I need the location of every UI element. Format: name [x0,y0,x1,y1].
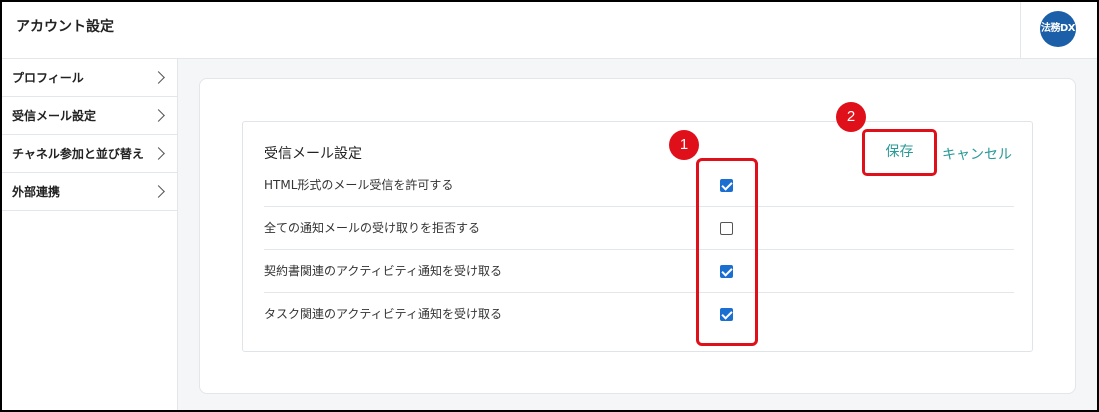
sidebar-item-profile[interactable]: プロフィール [2,59,177,97]
option-label: HTML形式のメール受信を許可する [264,178,454,192]
sidebar-item-label: 受信メール設定 [12,109,97,123]
sidebar-item-label: 外部連携 [12,185,61,199]
option-row: HTML形式のメール受信を許可する [264,164,1014,207]
settings-sidebar: プロフィール 受信メール設定 チャネル参加と並び替え 外部連携 [2,59,178,410]
chevron-right-icon [152,185,165,198]
page-title: アカウント設定 [16,19,114,35]
brand-logo[interactable]: 法務DX [1040,11,1076,47]
sidebar-item-channels[interactable]: チャネル参加と並び替え [2,135,177,173]
cancel-button[interactable]: キャンセル [942,144,1012,164]
option-label: 契約書関連のアクティビティ通知を受け取る [264,264,502,278]
top-header: アカウント設定 法務DX [2,2,1097,59]
sidebar-item-label: プロフィール [12,71,84,85]
chevron-right-icon [152,71,165,84]
sidebar-item-integrations[interactable]: 外部連携 [2,173,177,211]
chevron-right-icon [152,147,165,160]
annotation-marker-2: 2 [836,102,866,132]
option-row: タスク関連のアクティビティ通知を受け取る [264,293,1014,336]
chevron-right-icon [152,109,165,122]
header-divider [1020,2,1021,59]
option-label: タスク関連のアクティビティ通知を受け取る [264,307,502,321]
sidebar-item-mail-settings[interactable]: 受信メール設定 [2,97,177,135]
option-row: 全ての通知メールの受け取りを拒否する [264,207,1014,250]
sidebar-item-label: チャネル参加と並び替え [12,147,144,161]
annotation-marker-1: 1 [669,130,699,160]
section-title: 受信メール設定 [264,146,362,162]
option-row: 契約書関連のアクティビティ通知を受け取る [264,250,1014,293]
app-window: アカウント設定 法務DX プロフィール 受信メール設定 チャネル参加と並び替え … [2,2,1097,410]
checkbox-highlight-box [696,158,758,346]
option-label: 全ての通知メールの受け取りを拒否する [264,221,481,235]
